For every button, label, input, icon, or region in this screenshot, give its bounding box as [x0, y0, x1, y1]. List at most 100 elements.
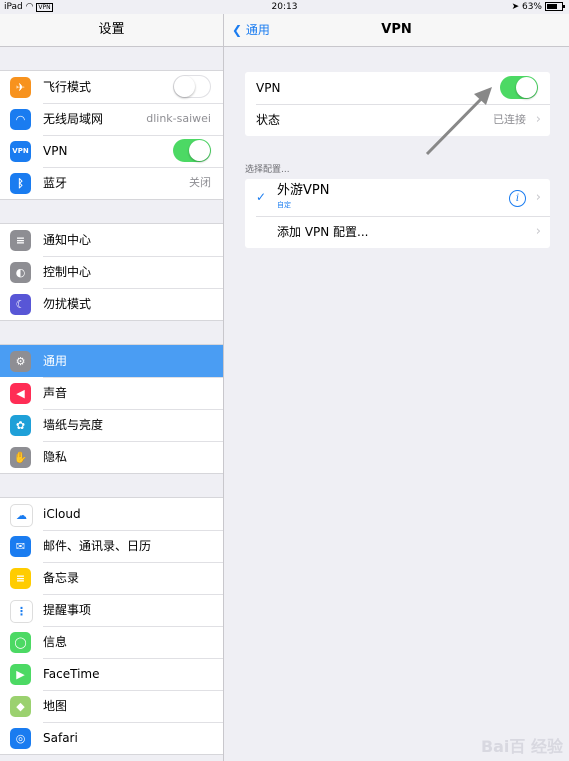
speaker-icon: ◀: [10, 383, 31, 404]
notification-center-icon: ≡: [10, 230, 31, 251]
sidebar-item[interactable]: ☁ iCloud: [0, 498, 223, 530]
sidebar-item[interactable]: ≡ 通知中心: [0, 224, 223, 256]
sidebar-item[interactable]: ✉ 邮件、通讯录、日历: [0, 530, 223, 562]
control-center-icon: ◐: [10, 262, 31, 283]
safari-icon: ◎: [10, 728, 31, 749]
chevron-right-icon: ›: [535, 190, 541, 205]
config-subtitle: 自定: [277, 201, 291, 209]
chevron-right-icon: ›: [535, 112, 541, 127]
sidebar-item[interactable]: ≡ 备忘录: [0, 562, 223, 594]
chevron-left-icon: ❮: [232, 23, 243, 37]
sidebar-item-label: 信息: [43, 635, 68, 649]
toggle-knob: [189, 140, 210, 161]
airplane-icon: ✈: [10, 77, 31, 98]
settings-group: ✈ 飞行模式 ◠ 无线局域网 dlink-saiwei VPN VPN ᛒ 蓝牙 关闭: [0, 70, 223, 200]
facetime-icon: ▶: [10, 664, 31, 685]
hand-icon: ✋: [10, 447, 31, 468]
battery-icon: [545, 2, 565, 11]
watermark: Bai百 经验: [480, 737, 563, 756]
section-header: 选择配置...: [245, 165, 290, 175]
status-row[interactable]: 状态 已连接 ›: [245, 104, 550, 136]
config-row[interactable]: ✓ 外游VPN 自定 i ›: [245, 179, 550, 216]
sidebar-item-label: 隐私: [43, 450, 68, 464]
vpn-toggle[interactable]: [173, 139, 211, 162]
sidebar-item-label: 地图: [43, 699, 68, 713]
sidebar-item[interactable]: ◐ 控制中心: [0, 256, 223, 288]
settings-group: ≡ 通知中心 ◐ 控制中心 ☾ 勿扰模式: [0, 223, 223, 321]
reminders-icon: ⋮: [10, 600, 33, 623]
clock: 20:13: [271, 2, 298, 12]
sidebar-item-label: Safari: [43, 731, 78, 745]
sidebar-item[interactable]: ◆ 地图: [0, 690, 223, 722]
vpn-label: VPN: [256, 81, 281, 95]
maps-icon: ◆: [10, 696, 31, 717]
vpn-toggle[interactable]: [500, 76, 538, 99]
sidebar-item[interactable]: ☾ 勿扰模式: [0, 288, 223, 320]
sidebar-item-label: 勿扰模式: [43, 297, 92, 311]
status-bar: iPad ◠ VPN 20:13 ➤ 63%: [0, 0, 569, 14]
sidebar-item-label: FaceTime: [43, 667, 100, 681]
notes-icon: ≡: [10, 568, 31, 589]
vpn-detail-pane: ❮ 通用 VPN VPN 状态 已连接 › 选择配置... ✓ 外游VPN 自定…: [224, 14, 569, 761]
sidebar-item-label: iCloud: [43, 507, 81, 521]
settings-group: ⚙ 通用 ◀ 声音 ✿ 墙纸与亮度 ✋ 隐私: [0, 344, 223, 474]
sidebar-item[interactable]: ◎ Safari: [0, 722, 223, 754]
vpn-toggle-row: VPN: [245, 72, 550, 104]
gear-icon: ⚙: [10, 351, 31, 372]
settings-sidebar: 设置 ✈ 飞行模式 ◠ 无线局域网 dlink-saiwei VPN VPN ᛒ 蓝牙 关闭 ≡ 通知…: [0, 14, 224, 761]
settings-group: ☁ iCloud ✉ 邮件、通讯录、日历 ≡ 备忘录 ⋮ 提醒事项 ◯ 信息 ▶ FaceTime ◆ 地…: [0, 497, 223, 755]
status-label: 状态: [256, 113, 281, 127]
config-name: 外游VPN: [277, 183, 330, 198]
back-label: 通用: [245, 23, 270, 37]
add-config-row[interactable]: 添加 VPN 配置... ›: [245, 216, 550, 248]
vpn-config-card: ✓ 外游VPN 自定 i › 添加 VPN 配置... ›: [245, 179, 550, 248]
sidebar-item-label: 提醒事项: [43, 603, 92, 617]
info-icon[interactable]: i: [509, 190, 526, 207]
sidebar-item-label: 无线局域网: [43, 112, 104, 126]
sidebar-item[interactable]: ⚙ 通用: [0, 345, 223, 377]
moon-icon: ☾: [10, 294, 31, 315]
detail-navbar: ❮ 通用 VPN: [224, 14, 569, 47]
sidebar-item[interactable]: ✈ 飞行模式: [0, 71, 223, 103]
add-config-label: 添加 VPN 配置...: [277, 225, 369, 239]
sidebar-item[interactable]: VPN VPN: [0, 135, 223, 167]
sidebar-item[interactable]: ᛒ 蓝牙 关闭: [0, 167, 223, 199]
sidebar-item[interactable]: ✋ 隐私: [0, 441, 223, 473]
cloud-icon: ☁: [10, 504, 33, 527]
bluetooth-icon: ᛒ: [10, 173, 31, 194]
sidebar-title: 设置: [0, 14, 223, 47]
sidebar-item[interactable]: ▶ FaceTime: [0, 658, 223, 690]
sidebar-item-label: 通知中心: [43, 233, 92, 247]
sidebar-item[interactable]: ✿ 墙纸与亮度: [0, 409, 223, 441]
chevron-right-icon: ›: [535, 224, 541, 239]
wifi-icon: ◠: [10, 109, 31, 130]
vpn-icon: VPN: [10, 141, 31, 162]
airplane-mode-toggle[interactable]: [173, 75, 211, 98]
vpn-status-card: VPN 状态 已连接 ›: [245, 72, 550, 136]
sidebar-item-label: 邮件、通讯录、日历: [43, 539, 152, 553]
sidebar-item[interactable]: ◯ 信息: [0, 626, 223, 658]
sidebar-item-value: 关闭: [189, 176, 211, 189]
location-icon: ➤: [511, 2, 520, 12]
sidebar-item-label: 墙纸与亮度: [43, 418, 104, 432]
sidebar-item[interactable]: ◀ 声音: [0, 377, 223, 409]
battery-percent: 63%: [521, 2, 542, 12]
sidebar-item-label: 控制中心: [43, 265, 92, 279]
mail-icon: ✉: [10, 536, 31, 557]
back-button[interactable]: ❮ 通用: [232, 14, 270, 46]
toggle-knob: [174, 76, 195, 97]
sidebar-item[interactable]: ◠ 无线局域网 dlink-saiwei: [0, 103, 223, 135]
sidebar-item-label: 蓝牙: [43, 176, 68, 190]
sidebar-item-label: 声音: [43, 386, 68, 400]
sidebar-item-label: VPN: [43, 144, 68, 158]
page-title: VPN: [381, 22, 412, 37]
sidebar-item-value: dlink-saiwei: [146, 112, 211, 125]
messages-icon: ◯: [10, 632, 31, 653]
checkmark-icon: ✓: [256, 190, 267, 204]
sidebar-item-label: 通用: [43, 354, 68, 368]
flower-icon: ✿: [10, 415, 31, 436]
sidebar-item[interactable]: ⋮ 提醒事项: [0, 594, 223, 626]
sidebar-item-label: 飞行模式: [43, 80, 92, 94]
sidebar-groups: ✈ 飞行模式 ◠ 无线局域网 dlink-saiwei VPN VPN ᛒ 蓝牙 关闭 ≡ 通知中心 ◐…: [0, 47, 223, 755]
sidebar-item-label: 备忘录: [43, 571, 80, 585]
